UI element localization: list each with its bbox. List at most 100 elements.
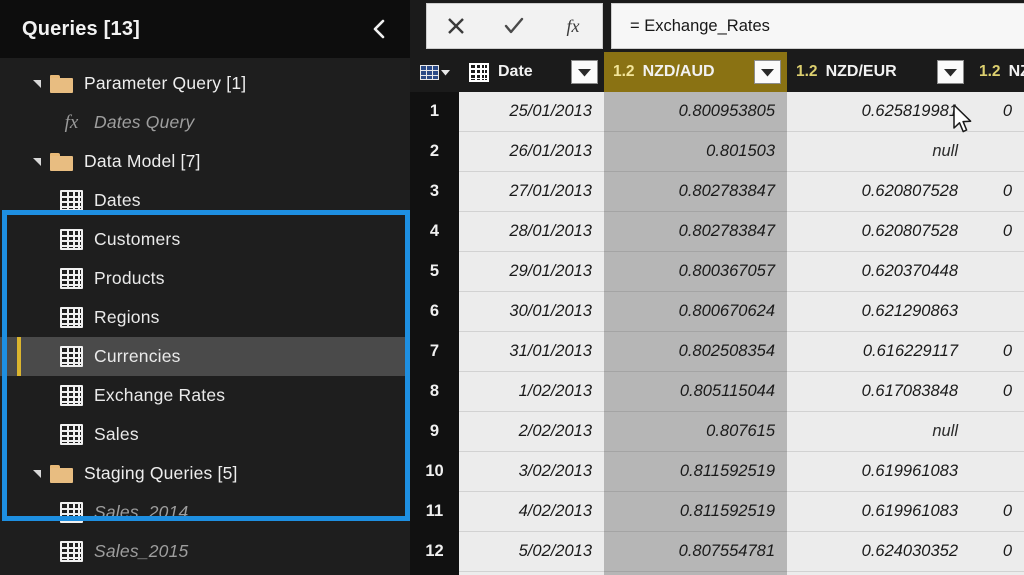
- row-number[interactable]: 6: [410, 292, 459, 332]
- cell-nzd-aud[interactable]: 0.802508354: [604, 332, 787, 372]
- table-row[interactable]: 7 31/01/2013 0.802508354 0.616229117 0: [410, 332, 1024, 372]
- tree-item-dates[interactable]: Dates: [0, 181, 410, 220]
- cell-nzd-aud[interactable]: 0.802783847: [604, 212, 787, 252]
- table-row[interactable]: 10 3/02/2013 0.811592519 0.619961083: [410, 452, 1024, 492]
- cell-nzd-aud[interactable]: 0.802783847: [604, 172, 787, 212]
- cell-nzd-eur[interactable]: 0.619961083: [787, 492, 970, 532]
- cell-nzd-aud[interactable]: 0.800670624: [604, 292, 787, 332]
- cell-nzd-eur[interactable]: 0.625819981: [787, 92, 970, 132]
- column-header-nzd-partial[interactable]: 1.2 NZD: [970, 52, 1024, 92]
- cell-nzd-aud[interactable]: 0.807615: [604, 412, 787, 452]
- cell-nzd-partial[interactable]: 0: [970, 332, 1024, 372]
- cell-nzd-partial[interactable]: 0: [970, 92, 1024, 132]
- row-number[interactable]: 4: [410, 212, 459, 252]
- cell-nzd-partial[interactable]: [970, 252, 1024, 292]
- cell-nzd-partial[interactable]: [970, 292, 1024, 332]
- caret-expanded-icon[interactable]: [30, 467, 44, 481]
- tree-item-sales-2014[interactable]: Sales_2014: [0, 493, 410, 532]
- column-header-nzd-aud[interactable]: 1.2 NZD/AUD: [604, 52, 787, 92]
- fx-icon[interactable]: fx: [549, 4, 597, 48]
- tree-item-dates-query[interactable]: fx Dates Query: [0, 103, 410, 142]
- table-row[interactable]: 12 5/02/2013 0.807554781 0.624030352 0: [410, 532, 1024, 572]
- cell-nzd-aud[interactable]: 0.800953805: [604, 92, 787, 132]
- cell-nzd-partial[interactable]: [970, 452, 1024, 492]
- cell-date[interactable]: 25/01/2013: [459, 92, 604, 132]
- tree-group-staging-queries[interactable]: Staging Queries [5]: [0, 454, 410, 493]
- tree-item-sales-2015[interactable]: Sales_2015: [0, 532, 410, 571]
- cell-nzd-eur[interactable]: null: [787, 412, 970, 452]
- cell-nzd-aud[interactable]: 0.805115044: [604, 372, 787, 412]
- cell-date[interactable]: 1/02/2013: [459, 372, 604, 412]
- cell-nzd-partial[interactable]: [970, 132, 1024, 172]
- tree-group-parameter-query[interactable]: Parameter Query [1]: [0, 64, 410, 103]
- cell-date[interactable]: 3/02/2013: [459, 452, 604, 492]
- chevron-left-icon[interactable]: [366, 16, 392, 42]
- row-number[interactable]: 8: [410, 372, 459, 412]
- cell-date[interactable]: 28/01/2013: [459, 212, 604, 252]
- caret-expanded-icon[interactable]: [30, 77, 44, 91]
- close-icon[interactable]: [432, 4, 480, 48]
- row-number[interactable]: 3: [410, 172, 459, 212]
- tree-group-data-model[interactable]: Data Model [7]: [0, 142, 410, 181]
- cell-date[interactable]: 4/02/2013: [459, 492, 604, 532]
- filter-dropdown-icon[interactable]: [754, 60, 781, 84]
- tree-item-regions[interactable]: Regions: [0, 298, 410, 337]
- row-number[interactable]: 10: [410, 452, 459, 492]
- table-row[interactable]: 6 30/01/2013 0.800670624 0.621290863: [410, 292, 1024, 332]
- cell-nzd-partial[interactable]: 0: [970, 492, 1024, 532]
- cell-date[interactable]: 26/01/2013: [459, 132, 604, 172]
- table-row[interactable]: 3 27/01/2013 0.802783847 0.620807528 0: [410, 172, 1024, 212]
- cell-date[interactable]: 29/01/2013: [459, 252, 604, 292]
- select-all-table-icon[interactable]: [410, 52, 459, 92]
- cell-nzd-aud[interactable]: 0.800367057: [604, 252, 787, 292]
- cell-nzd-partial[interactable]: 0: [970, 212, 1024, 252]
- table-row[interactable]: 2 26/01/2013 0.801503 null: [410, 132, 1024, 172]
- table-row[interactable]: 4 28/01/2013 0.802783847 0.620807528 0: [410, 212, 1024, 252]
- cell-nzd-partial[interactable]: [970, 412, 1024, 452]
- filter-dropdown-icon[interactable]: [937, 60, 964, 84]
- tree-item-exchange-rates[interactable]: Exchange Rates: [0, 376, 410, 415]
- cell-nzd-partial[interactable]: 0: [970, 372, 1024, 412]
- row-number[interactable]: 5: [410, 252, 459, 292]
- table-row[interactable]: 11 4/02/2013 0.811592519 0.619961083 0: [410, 492, 1024, 532]
- caret-expanded-icon[interactable]: [30, 155, 44, 169]
- formula-input[interactable]: = Exchange_Rates: [611, 3, 1024, 49]
- cell-nzd-eur[interactable]: 0.620807528: [787, 212, 970, 252]
- cell-nzd-eur[interactable]: 0.620370448: [787, 252, 970, 292]
- tree-item-sales[interactable]: Sales: [0, 415, 410, 454]
- tree-item-customers[interactable]: Customers: [0, 220, 410, 259]
- tree-item-currencies[interactable]: Currencies: [0, 337, 410, 376]
- row-number[interactable]: 9: [410, 412, 459, 452]
- check-icon[interactable]: [490, 4, 538, 48]
- table-row[interactable]: 8 1/02/2013 0.805115044 0.617083848 0: [410, 372, 1024, 412]
- cell-nzd-aud[interactable]: 0.801503: [604, 132, 787, 172]
- cell-nzd-aud[interactable]: 0.807554781: [604, 532, 787, 572]
- table-row[interactable]: 5 29/01/2013 0.800367057 0.620370448: [410, 252, 1024, 292]
- cell-date[interactable]: 30/01/2013: [459, 292, 604, 332]
- cell-date[interactable]: 5/02/2013: [459, 532, 604, 572]
- table-row[interactable]: 9 2/02/2013 0.807615 null: [410, 412, 1024, 452]
- cell-nzd-aud[interactable]: 0.811592519: [604, 492, 787, 532]
- row-number[interactable]: 12: [410, 532, 459, 572]
- row-number[interactable]: 7: [410, 332, 459, 372]
- cell-date[interactable]: 31/01/2013: [459, 332, 604, 372]
- cell-nzd-eur[interactable]: 0.619961083: [787, 452, 970, 492]
- column-header-date[interactable]: Date: [459, 52, 604, 92]
- cell-nzd-eur[interactable]: 0.620807528: [787, 172, 970, 212]
- column-header-nzd-eur[interactable]: 1.2 NZD/EUR: [787, 52, 970, 92]
- cell-nzd-eur[interactable]: 0.616229117: [787, 332, 970, 372]
- cell-nzd-aud[interactable]: 0.811592519: [604, 452, 787, 492]
- table-row[interactable]: 1 25/01/2013 0.800953805 0.625819981 0: [410, 92, 1024, 132]
- cell-nzd-eur[interactable]: 0.624030352: [787, 532, 970, 572]
- cell-nzd-eur[interactable]: 0.621290863: [787, 292, 970, 332]
- cell-nzd-eur[interactable]: 0.617083848: [787, 372, 970, 412]
- cell-nzd-eur[interactable]: null: [787, 132, 970, 172]
- cell-date[interactable]: 2/02/2013: [459, 412, 604, 452]
- row-number[interactable]: 2: [410, 132, 459, 172]
- cell-date[interactable]: 27/01/2013: [459, 172, 604, 212]
- cell-nzd-partial[interactable]: 0: [970, 532, 1024, 572]
- cell-nzd-partial[interactable]: 0: [970, 172, 1024, 212]
- row-number[interactable]: 11: [410, 492, 459, 532]
- tree-item-products[interactable]: Products: [0, 259, 410, 298]
- row-number[interactable]: 1: [410, 92, 459, 132]
